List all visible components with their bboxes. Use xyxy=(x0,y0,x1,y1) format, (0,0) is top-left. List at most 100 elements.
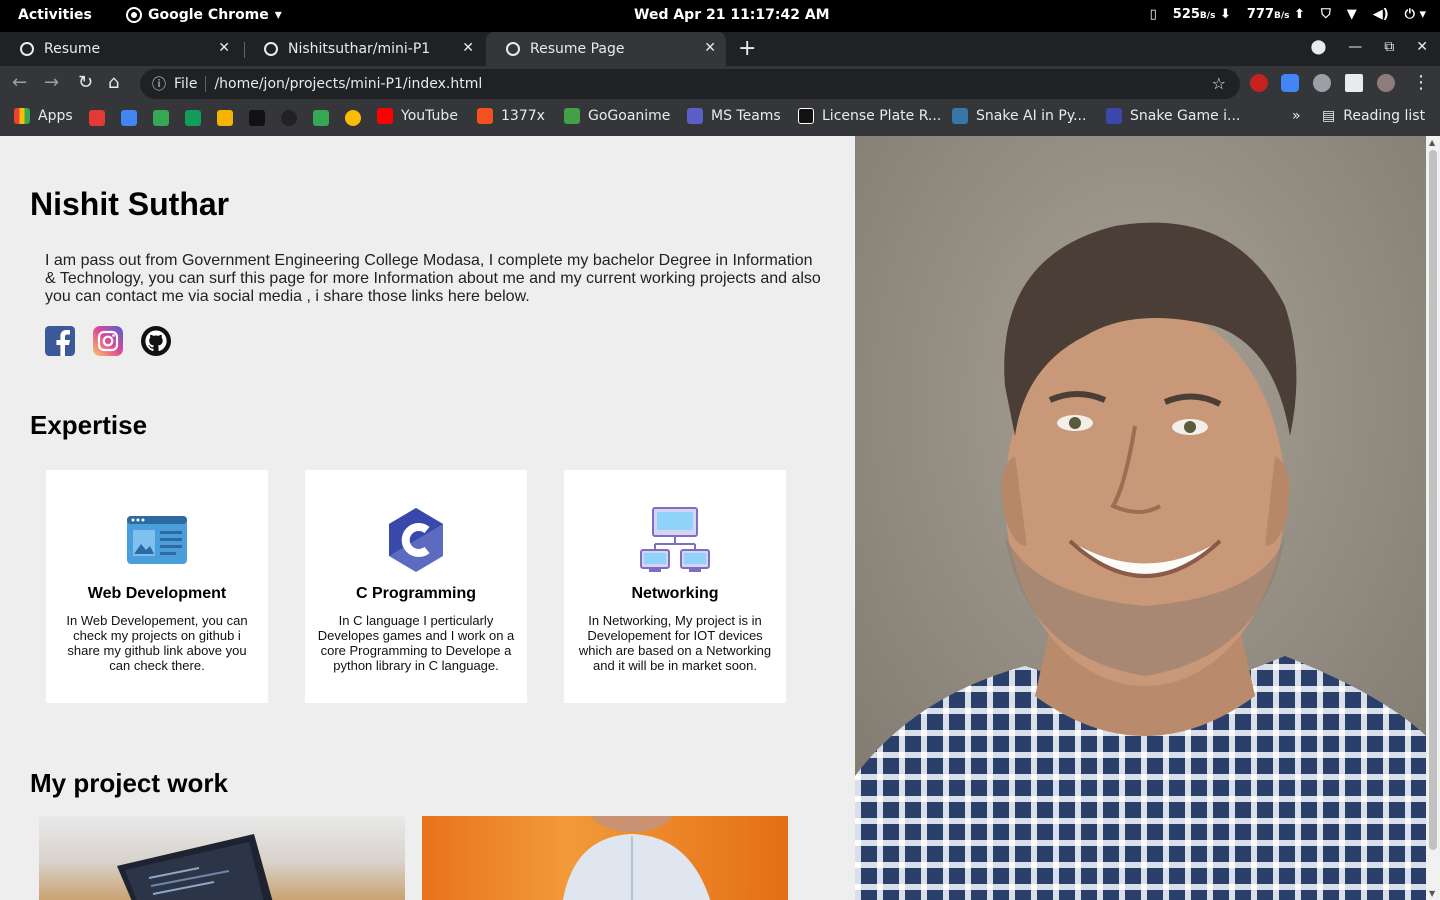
forward-icon[interactable]: → xyxy=(44,72,59,93)
close-icon[interactable]: ✕ xyxy=(218,40,230,56)
scroll-down-icon[interactable]: ▼ xyxy=(1429,889,1435,898)
drive-icon[interactable] xyxy=(313,110,329,126)
tab-github[interactable]: Nishitsuthar/mini-P1 ✕ xyxy=(244,32,484,66)
card-description: In C language I perticularly Developes g… xyxy=(317,613,515,673)
card-title: C Programming xyxy=(355,585,476,602)
expertise-card-web: Web Development In Web Developement, you… xyxy=(46,470,268,703)
close-window-icon[interactable]: ✕ xyxy=(1416,39,1428,55)
bookmark-apps[interactable]: Apps xyxy=(14,108,73,124)
python-icon xyxy=(952,108,968,124)
medium-icon xyxy=(798,108,814,124)
bookmark-snake-ai[interactable]: Snake AI in Py... xyxy=(952,108,1086,124)
reading-list[interactable]: ▤ Reading list xyxy=(1322,108,1425,124)
sheets-icon[interactable] xyxy=(185,110,201,126)
youtube-icon xyxy=(377,108,393,124)
bookmark-youtube[interactable]: YouTube xyxy=(377,108,458,124)
net-down: 525B/s ⬇ xyxy=(1172,7,1231,22)
tab-resume-page[interactable]: Resume Page ✕ xyxy=(486,32,726,66)
tab-search-icon[interactable]: ⬤ xyxy=(1311,39,1327,55)
hex-icon[interactable] xyxy=(281,110,297,126)
reload-icon[interactable]: ↻ xyxy=(78,72,93,93)
tab-strip: Resume ✕ Nishitsuthar/mini-P1 ✕ Resume P… xyxy=(0,32,1440,66)
drive-icon[interactable] xyxy=(153,110,169,126)
page-title: Nishit Suthar xyxy=(30,186,230,222)
slides-icon[interactable] xyxy=(217,110,233,126)
avatar[interactable] xyxy=(1377,74,1395,92)
x-icon xyxy=(477,108,493,124)
bookmark-1377x[interactable]: 1377x xyxy=(477,108,545,124)
project-image-person[interactable] xyxy=(422,816,788,900)
bookmark-license-plate[interactable]: License Plate R... xyxy=(798,108,941,124)
tv-icon xyxy=(564,108,580,124)
close-icon[interactable]: ✕ xyxy=(462,40,474,56)
web-browser-icon xyxy=(127,516,187,564)
clock[interactable]: Wed Apr 21 11:17:42 AM xyxy=(634,7,830,23)
scroll-up-icon[interactable]: ▲ xyxy=(1429,138,1435,147)
back-icon[interactable]: ← xyxy=(12,72,27,93)
card-title: Networking xyxy=(631,585,719,602)
maximize-icon[interactable]: ⧉ xyxy=(1384,39,1394,55)
github-icon[interactable] xyxy=(141,326,171,356)
expertise-heading: Expertise xyxy=(30,410,148,440)
reading-list-icon: ▤ xyxy=(1322,108,1336,124)
bookmark-icon[interactable] xyxy=(89,110,105,126)
phone-icon: ▯ xyxy=(1149,7,1157,22)
ublock-icon[interactable] xyxy=(1250,74,1268,92)
globe-icon xyxy=(506,42,520,56)
docs-icon[interactable] xyxy=(121,110,137,126)
bookmark-ms-teams[interactable]: MS Teams xyxy=(687,108,781,124)
net-up: 777B/s ⬆ xyxy=(1246,7,1305,22)
project-image-laptop[interactable] xyxy=(39,816,405,900)
minimize-icon[interactable]: — xyxy=(1348,39,1362,55)
home-icon[interactable]: ⌂ xyxy=(108,72,119,93)
page-scrollbar[interactable]: ▲ ▼ xyxy=(1426,136,1440,900)
card-description: In Web Developement, you can check my pr… xyxy=(66,613,248,673)
medium-icon[interactable] xyxy=(249,110,265,126)
info-icon: ⓘ xyxy=(152,77,166,93)
shield-icon: ⛉ xyxy=(1320,7,1331,22)
projects-heading: My project work xyxy=(30,768,228,798)
social-links xyxy=(45,326,171,356)
expertise-card-c: C Programming In C language I perticular… xyxy=(305,470,527,703)
tab-title: Nishitsuthar/mini-P1 xyxy=(288,41,431,57)
app-menu[interactable]: Google Chrome ▾ xyxy=(126,7,282,23)
translate-icon[interactable] xyxy=(1281,74,1299,92)
laptop-illustration xyxy=(117,834,273,900)
tab-title: Resume xyxy=(44,41,101,57)
close-icon[interactable]: ✕ xyxy=(704,40,716,56)
new-tab-button[interactable]: + xyxy=(738,36,756,61)
bookmark-star-icon[interactable]: ☆ xyxy=(1212,74,1226,93)
activities-button[interactable]: Activities xyxy=(18,7,92,23)
bookmark-icon xyxy=(1106,108,1122,124)
bookmark-snake-game[interactable]: Snake Game i... xyxy=(1106,108,1240,124)
bookmark-icon[interactable] xyxy=(345,110,361,126)
person-illustration xyxy=(563,816,711,900)
system-tray[interactable]: ▯ 525B/s ⬇ 777B/s ⬆ ⛉ ▼ ◀) ⏻ ▾ xyxy=(1150,7,1426,22)
system-top-bar: Activities Google Chrome ▾ Wed Apr 21 11… xyxy=(0,0,1440,32)
card-description: In Networking, My project is in Develope… xyxy=(578,613,772,673)
app-menu-label: Google Chrome xyxy=(148,7,269,23)
chevron-down-icon: ▾ xyxy=(274,7,282,23)
scrollbar-thumb[interactable] xyxy=(1429,150,1437,850)
cloud-extension-icon[interactable] xyxy=(1313,74,1331,92)
tab-title: Resume Page xyxy=(530,41,625,57)
globe-icon xyxy=(20,42,34,56)
url-path: /home/jon/projects/mini-P1/index.html xyxy=(214,76,483,92)
c-language-icon xyxy=(389,508,443,572)
power-icon: ⏻ ▾ xyxy=(1404,7,1426,22)
teams-icon xyxy=(687,108,703,124)
facebook-icon[interactable] xyxy=(45,326,75,356)
bookmarks-overflow[interactable]: » xyxy=(1292,108,1301,124)
menu-icon[interactable]: ⋮ xyxy=(1412,72,1430,93)
web-page: Nishit Suthar I am pass out from Governm… xyxy=(0,136,1426,900)
address-bar[interactable]: ⓘ File /home/jon/projects/mini-P1/index.… xyxy=(140,69,1240,99)
expertise-card-networking: Networking In Networking, My project is … xyxy=(564,470,786,703)
url-scheme: File xyxy=(174,76,198,92)
card-title: Web Development xyxy=(87,585,227,602)
tab-resume[interactable]: Resume ✕ xyxy=(0,32,240,66)
extensions-icon[interactable] xyxy=(1345,74,1363,92)
bookmark-gogoanime[interactable]: GoGoanime xyxy=(564,108,670,124)
portrait-image xyxy=(855,136,1426,900)
browser-toolbar: ← → ↻ ⌂ ⓘ File /home/jon/projects/mini-P… xyxy=(0,66,1440,102)
instagram-icon[interactable] xyxy=(93,326,123,356)
